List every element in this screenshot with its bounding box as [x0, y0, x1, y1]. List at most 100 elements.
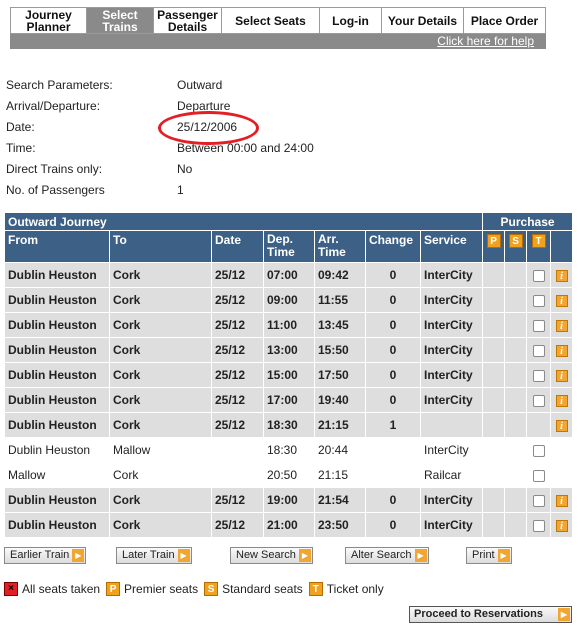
- cell-arr: 11:55: [314, 287, 366, 313]
- legend-ticket-label: Ticket only: [326, 582, 384, 596]
- arrow-right-icon: ▶: [414, 549, 427, 562]
- table-caption: Outward Journey: [3, 212, 484, 231]
- cell-arr: 20:44: [314, 437, 366, 463]
- ticket-select-checkbox[interactable]: [532, 319, 545, 332]
- ticket-select-checkbox[interactable]: [532, 394, 545, 407]
- cell-change: 0: [365, 337, 421, 363]
- cell-date: 25/12: [211, 362, 264, 388]
- info-icon[interactable]: i: [555, 270, 568, 282]
- cell-standard: [504, 387, 528, 413]
- ticket-only-icon: T: [531, 234, 546, 248]
- cell-date: 25/12: [211, 387, 264, 413]
- info-icon[interactable]: i: [555, 320, 568, 332]
- step-your-details[interactable]: Your Details: [382, 8, 464, 33]
- help-link[interactable]: Click here for help: [437, 34, 534, 48]
- param-label: Date:: [6, 120, 35, 134]
- cell-date: [211, 462, 264, 488]
- journey-row: Dublin Heuston Cork 25/12 21:00 23:50 0 InterC…: [4, 512, 574, 538]
- cell-date: 25/12: [211, 312, 264, 338]
- step-journey-planner[interactable]: Journey Planner: [11, 8, 87, 33]
- info-icon[interactable]: i: [555, 495, 568, 507]
- earlier-train-button[interactable]: Earlier Train ▶: [4, 547, 87, 564]
- journey-row: Dublin Heuston Cork 25/12 17:00 19:40 0 InterC…: [4, 387, 574, 413]
- arrow-right-icon: ▶: [177, 549, 190, 562]
- step-select-seats[interactable]: Select Seats: [222, 8, 320, 33]
- info-icon[interactable]: i: [555, 520, 568, 532]
- col-header-ticket: T: [526, 230, 552, 263]
- cell-to: Cork: [109, 462, 212, 488]
- new-search-button[interactable]: New Search ▶: [230, 547, 313, 564]
- info-icon[interactable]: i: [555, 395, 568, 407]
- cell-to: Cork: [109, 487, 212, 513]
- journey-row: Dublin Heuston Cork 25/12 15:00 17:50 0 InterC…: [4, 362, 574, 388]
- cell-arr: 19:40: [314, 387, 366, 413]
- step-place-order[interactable]: Place Order: [464, 8, 545, 33]
- cell-standard: [504, 437, 528, 463]
- cell-to: Cork: [109, 387, 212, 413]
- cell-standard: [504, 462, 528, 488]
- ticket-only-icon: T: [308, 582, 323, 596]
- standard-seat-icon: S: [204, 582, 219, 596]
- ticket-select-checkbox[interactable]: [532, 369, 545, 382]
- cell-standard: [504, 337, 528, 363]
- param-value: Outward: [177, 78, 223, 92]
- cell-premier: [482, 337, 506, 363]
- step-label: Passenger Details: [157, 7, 218, 34]
- ticket-select-checkbox[interactable]: [532, 294, 545, 307]
- cell-from: Dublin Heuston: [4, 337, 110, 363]
- arrow-right-icon: ▶: [298, 549, 311, 562]
- print-button[interactable]: Print ▶: [466, 547, 512, 564]
- cell-dep: 19:00: [263, 487, 315, 513]
- info-icon[interactable]: i: [555, 295, 568, 307]
- cell-ticket: [526, 487, 552, 513]
- param-label: Arrival/Departure:: [6, 99, 101, 113]
- step-label: Place Order: [470, 13, 539, 28]
- cell-premier: [482, 262, 506, 288]
- cell-dep: 11:00: [263, 312, 315, 338]
- cell-change: [365, 462, 421, 488]
- cell-change: 0: [365, 487, 421, 513]
- cell-change: 0: [365, 387, 421, 413]
- cell-arr: 15:50: [314, 337, 366, 363]
- purchase-header: Purchase: [482, 212, 574, 231]
- cell-premier: [482, 512, 506, 538]
- proceed-to-reservations-button[interactable]: Proceed to Reservations ▶: [409, 606, 572, 623]
- cell-ticket: [526, 437, 552, 463]
- col-header-info: [550, 230, 574, 263]
- param-value: No: [177, 162, 193, 176]
- later-train-button[interactable]: Later Train ▶: [116, 547, 192, 564]
- step-navigation: Journey Planner Select Trains Passenger Det…: [10, 7, 546, 34]
- button-label: Earlier Train: [10, 549, 70, 561]
- journey-rows: Dublin Heuston Cork 25/12 07:00 09:42 0 InterC…: [4, 262, 574, 538]
- cell-ticket: [526, 312, 552, 338]
- info-icon[interactable]: i: [555, 345, 568, 357]
- cell-date: 25/12: [211, 512, 264, 538]
- step-label: Select Trains: [102, 7, 138, 34]
- step-select-trains[interactable]: Select Trains: [87, 8, 154, 33]
- legend-premier-label: Premier seats: [124, 582, 199, 596]
- button-label: Proceed to Reservations: [414, 608, 543, 620]
- cell-change: 0: [365, 262, 421, 288]
- journey-leg-row: Mallow Cork 20:50 21:15 Railcar: [4, 462, 574, 488]
- ticket-select-checkbox[interactable]: [532, 444, 545, 457]
- ticket-select-checkbox[interactable]: [532, 469, 545, 482]
- ticket-select-checkbox[interactable]: [532, 519, 545, 532]
- alter-search-button[interactable]: Alter Search ▶: [345, 547, 429, 564]
- ticket-select-checkbox[interactable]: [532, 344, 545, 357]
- cell-to: Cork: [109, 362, 212, 388]
- cell-service: InterCity: [419, 337, 484, 363]
- cell-dep: 21:00: [263, 512, 315, 538]
- info-icon[interactable]: i: [555, 370, 568, 382]
- step-label: Select Seats: [235, 13, 306, 28]
- ticket-select-checkbox[interactable]: [532, 494, 545, 507]
- info-icon[interactable]: i: [555, 420, 568, 432]
- cell-change: 0: [365, 312, 421, 338]
- cell-arr: 23:50: [314, 512, 366, 538]
- step-log-in[interactable]: Log-in: [320, 8, 382, 33]
- cell-standard: [504, 412, 528, 438]
- step-label: Your Details: [387, 13, 458, 28]
- ticket-select-checkbox[interactable]: [532, 269, 545, 282]
- cell-date: 25/12: [211, 287, 264, 313]
- cell-date: 25/12: [211, 262, 264, 288]
- step-passenger-details[interactable]: Passenger Details: [154, 8, 222, 33]
